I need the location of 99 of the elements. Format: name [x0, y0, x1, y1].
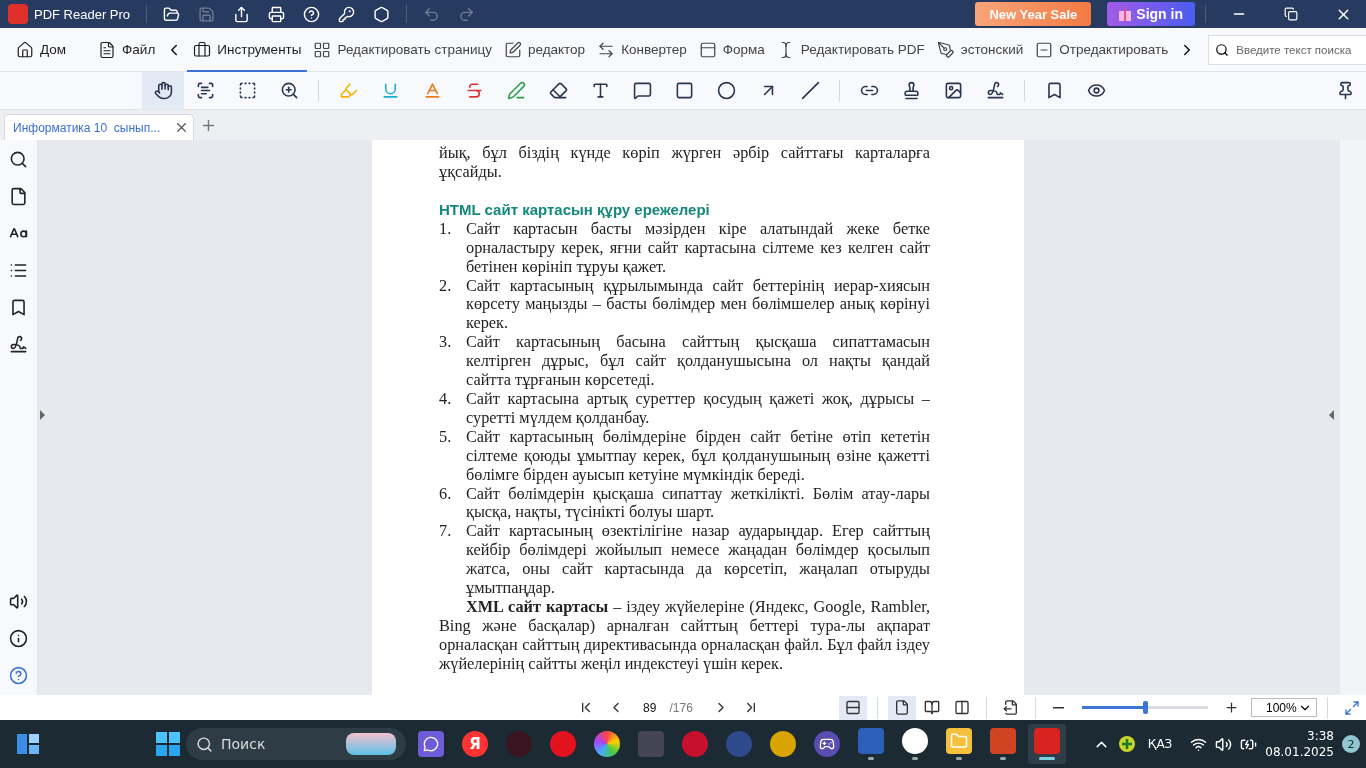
eye-button-icon [1086, 81, 1106, 100]
hand-tool-icon [153, 81, 173, 100]
language-indicator[interactable]: ҚАЗ [1147, 737, 1173, 751]
paragraph-text: XML сайт картасы – іздеу жүйелеріне (Яндекс, Google, Rambler, Bing және басқалар) арналған сайттың беттері тура-лы ақпарат орналасқан сайттың директивасында орналасқан файл. Бұл файл іздеу жүйелерінің сайтты жеңіл индекстеуі үшін керек. [439, 597, 930, 674]
list-item-text: Сайт картасының құрылымында сайт беттерінің иерар-хиясын көрсету маңызды – басты бөлімдер мен бөлімшелер анық көрінуі керек. [466, 276, 930, 334]
arrows-icon [597, 40, 616, 59]
expand-right-icon[interactable] [1329, 410, 1334, 420]
list-item-text: Сайт картасын басты мәзірден кіре алатындай жеке бетке орналастыру керек, яғни сайт картасына сілтеме кез келген сайт бетінен көрініп тұруы қажет. [466, 219, 930, 277]
search-icon [1215, 42, 1230, 57]
pencil-square-icon [503, 40, 522, 59]
expand-icon [1344, 699, 1360, 716]
image-tool-icon [943, 81, 963, 100]
list-number: 2. [439, 276, 453, 297]
plus-circle-icon[interactable] [1117, 735, 1136, 753]
eraser-tool-icon [548, 81, 568, 100]
signature-icon[interactable] [9, 335, 28, 354]
extract-page-button-icon [1002, 699, 1019, 716]
bookmark-icon[interactable] [9, 298, 28, 317]
minus-square-icon [1035, 40, 1054, 59]
menu-tab[interactable]: Форма [692, 27, 771, 72]
minus-icon [1053, 706, 1065, 709]
text-tool-icon [590, 81, 610, 100]
list-number: 3. [439, 333, 453, 354]
highlight-tool-icon [338, 81, 358, 100]
clock-time: 3:38 [1307, 728, 1334, 744]
squiggly-underline-tool-icon [422, 81, 442, 100]
document-tab[interactable]: Информатика 10 сынып... [4, 114, 195, 140]
windows-start-icon[interactable] [156, 732, 180, 756]
list-item-text: Сайт картасының бөлімдеріне бірден сайт бетіне өтіп кететін сілтеме қоюды ұмытпау керек, бұл қолданушының өзіне қажетті бөлімге бірден ауысып кетуіне мүмкіндік береді. [466, 427, 930, 485]
menu-tab[interactable]: Конвертер [591, 27, 693, 72]
notification-badge[interactable]: 2 [1342, 735, 1360, 753]
list-number: 7. [439, 522, 453, 543]
two-page-button-icon [923, 699, 940, 716]
note-tool-icon [632, 81, 652, 100]
list-icon[interactable] [9, 261, 28, 280]
menu-tab[interactable]: эстонский [930, 27, 1030, 72]
line-tool-icon [800, 81, 820, 100]
circle-tool-icon [716, 81, 736, 100]
list-number: 5. [439, 427, 453, 448]
search-placeholder: Поиск [221, 736, 266, 752]
rectangle-tool-icon [674, 81, 694, 100]
strikeout-tool-icon [464, 81, 484, 100]
volume-icon[interactable] [1215, 735, 1233, 753]
search-icon[interactable] [9, 150, 28, 169]
plus-icon [1223, 700, 1239, 715]
signature-tool-icon [985, 81, 1005, 100]
speaker-icon[interactable] [9, 592, 28, 611]
list-number: 4. [439, 389, 453, 410]
taskbar-search-field[interactable]: Поиск [186, 728, 406, 760]
list-item-text: Сайт картасының басына сайттың қысқаша сипаттамасын келтірген дұрыс, бұл сайт қолданушысына ол нақты қандай сайтта тұрғанын көрсетеді. [466, 333, 930, 390]
pen-tool-icon [506, 81, 526, 100]
clock-date: 08.01.2025 [1265, 744, 1334, 760]
menu-tab[interactable]: Редактировать PDF [770, 27, 931, 72]
zoom-slider-thumb[interactable] [1142, 701, 1148, 714]
briefcase-icon [193, 40, 212, 59]
list-number: 1. [439, 219, 453, 240]
single-page-button-icon [893, 699, 910, 716]
landscape-picture [346, 733, 396, 755]
hand-tool[interactable] [142, 72, 184, 109]
search-field[interactable]: Введите текст поиска [1208, 34, 1366, 65]
menu-tab[interactable]: редактор [497, 27, 592, 72]
stamp-tool-icon [901, 81, 921, 100]
menu-tab[interactable]: Дом [10, 27, 73, 72]
text-select-tool-icon [195, 81, 215, 100]
paragraph-text: йық, бұл біздің күнде көріп жүрген әрбір сайттағы карталарға ұқсайды. [439, 144, 930, 182]
single-page-button[interactable] [887, 695, 916, 720]
menu-tab[interactable]: Редактировать страницу [307, 27, 498, 72]
grid-icon [313, 40, 332, 59]
sign-in-button[interactable]: Sign in [1107, 2, 1195, 26]
cover-page-button-icon [953, 699, 970, 716]
zoom-dropdown[interactable]: 100% [1250, 698, 1318, 717]
gift-icon [1119, 7, 1132, 21]
menu-tab[interactable]: Отредактировать [1029, 27, 1175, 72]
info-icon[interactable] [9, 629, 28, 648]
form-icon [698, 40, 717, 59]
app-title: PDF Reader Pro [34, 6, 131, 22]
app-logo-icon [8, 4, 28, 24]
list-item-text: Сайт бөлімдерін қысқаша сипаттау жеткілікті. Бөлім атау-лары қысқа, нақты, түсінікті болуы шарт. [466, 484, 930, 523]
widgets-icon[interactable] [16, 732, 40, 756]
menu-tab[interactable]: Файл [92, 27, 162, 72]
document-icon [98, 40, 117, 59]
fit-width-button[interactable] [839, 695, 868, 720]
page-number[interactable]: 89 [632, 700, 668, 715]
section-heading: HTML сайт картасын құру ережелері [439, 199, 711, 220]
list-item-text: Сайт картасына артық суреттер қосудың қажеті жоқ, дұрысы – суретті мүлдем қолданбау. [466, 389, 930, 428]
search-icon [196, 735, 213, 753]
list-item-text: Сайт картасының өзектілігіне назар аударыңдар. Егер сайттың кейбір бөлімдері жойылып немесе жаңадан бөлімдер қосылып жатса, оны сайт картасында да көрсетіп, жаңалап отыруды ұмытпаңдар. [466, 522, 930, 598]
menu-tab[interactable]: Инструменты [187, 27, 308, 72]
list-number: 6. [439, 484, 453, 505]
clock[interactable]: 3:38 08.01.2025 [1265, 728, 1334, 760]
home-icon [16, 40, 34, 59]
underline-tool-icon [380, 81, 400, 100]
expand-left-icon[interactable] [40, 410, 45, 420]
zoom-area-tool-icon [279, 81, 299, 100]
fit-width-button-icon [845, 699, 862, 716]
pen-nib-icon [936, 40, 955, 59]
page-icon[interactable] [9, 187, 28, 206]
page-total: /176 [669, 700, 694, 715]
area-select-tool-icon [237, 81, 257, 100]
